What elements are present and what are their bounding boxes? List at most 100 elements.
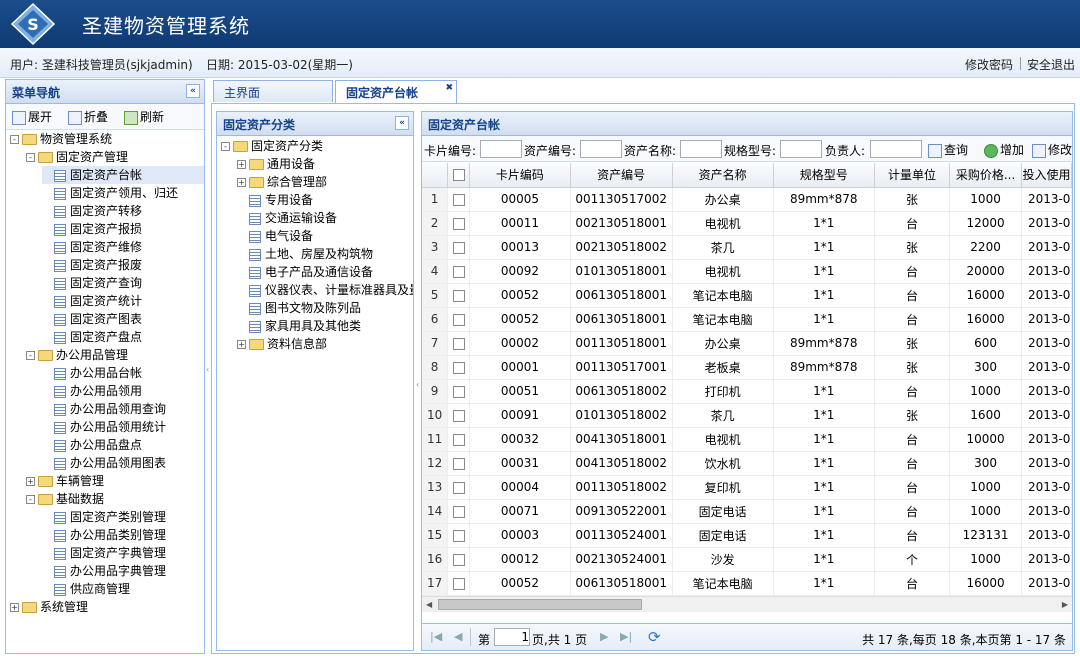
checkbox[interactable]: [452, 217, 465, 230]
column-header[interactable]: 卡片编码: [469, 163, 571, 188]
category-item[interactable]: 专用设备: [237, 191, 313, 209]
table-row[interactable]: 1 00005 001130517002 办公桌 89mm*878 张 1000 2013-0: [422, 187, 1072, 212]
card-no-input[interactable]: [480, 140, 522, 158]
table-row[interactable]: 4 00092 010130518001 电视机 1*1 台 20000 2013-0: [422, 259, 1072, 284]
checkbox[interactable]: [452, 457, 465, 470]
column-header[interactable]: 计量单位: [874, 163, 951, 188]
row-checkbox-cell[interactable]: [447, 427, 471, 452]
menu-item[interactable]: 办公用品类别管理: [42, 526, 204, 544]
scroll-right-icon[interactable]: ▶: [1062, 600, 1068, 609]
checkbox[interactable]: [452, 433, 465, 446]
table-row[interactable]: 17 00052 006130518001 笔记本电脑 1*1 台 16000 2013-0: [422, 571, 1072, 596]
column-header[interactable]: 规格型号: [773, 163, 875, 188]
owner-input[interactable]: [870, 140, 922, 158]
column-header[interactable]: 资产编号: [570, 163, 673, 188]
category-item[interactable]: 电子产品及通信设备: [237, 263, 373, 281]
category-item[interactable]: 家具用具及其他类: [237, 317, 361, 335]
column-header[interactable]: 资产名称: [672, 163, 774, 188]
change-password-link[interactable]: 修改密码: [965, 56, 1013, 73]
menu-item[interactable]: 办公用品领用统计: [42, 418, 204, 436]
expand-toggle-icon[interactable]: +: [10, 603, 19, 612]
menu-item[interactable]: - 固定资产管理: [26, 148, 204, 166]
last-page-icon[interactable]: ▶|: [620, 630, 632, 643]
table-row[interactable]: 6 00052 006130518001 笔记本电脑 1*1 台 16000 2013-0: [422, 307, 1072, 332]
menu-item[interactable]: 办公用品领用查询: [42, 400, 204, 418]
category-item[interactable]: + 资料信息部: [237, 335, 327, 353]
row-checkbox-cell[interactable]: [447, 571, 471, 596]
row-checkbox-cell[interactable]: [447, 307, 471, 332]
menu-item[interactable]: 固定资产图表: [42, 310, 204, 328]
checkbox[interactable]: [452, 409, 465, 422]
menu-item[interactable]: 固定资产维修: [42, 238, 204, 256]
collapse-toggle-icon[interactable]: -: [26, 495, 35, 504]
row-checkbox-cell[interactable]: [447, 475, 471, 500]
table-row[interactable]: 3 00013 002130518002 茶几 1*1 张 2200 2013-0: [422, 235, 1072, 260]
splitter-handle[interactable]: ‹: [416, 380, 419, 389]
menu-item[interactable]: 固定资产查询: [42, 274, 204, 292]
expand-toggle-icon[interactable]: +: [237, 340, 246, 349]
row-checkbox-cell[interactable]: [447, 523, 471, 548]
menu-item[interactable]: + 系统管理: [10, 598, 204, 616]
checkbox[interactable]: [452, 313, 465, 326]
column-header[interactable]: 采购价格...: [949, 163, 1022, 188]
checkbox[interactable]: [452, 169, 465, 182]
table-row[interactable]: 11 00032 004130518001 电视机 1*1 台 10000 2013-0: [422, 427, 1072, 452]
menu-item[interactable]: - 办公用品管理: [26, 346, 204, 364]
menu-item[interactable]: + 车辆管理: [26, 472, 204, 490]
menu-item[interactable]: 固定资产盘点: [42, 328, 204, 346]
collapse-toggle-icon[interactable]: -: [26, 351, 35, 360]
checkbox[interactable]: [452, 553, 465, 566]
refresh-button[interactable]: 刷新: [124, 108, 164, 125]
row-checkbox-cell[interactable]: [447, 379, 471, 404]
row-checkbox-cell[interactable]: [447, 499, 471, 524]
category-item[interactable]: 电气设备: [237, 227, 313, 245]
menu-item[interactable]: 固定资产领用、归还: [42, 184, 204, 202]
category-item[interactable]: + 综合管理部: [237, 173, 327, 191]
checkbox[interactable]: [452, 289, 465, 302]
table-row[interactable]: 2 00011 002130518001 电视机 1*1 台 12000 2013-0: [422, 211, 1072, 236]
next-page-icon[interactable]: ▶: [600, 630, 608, 643]
checkbox[interactable]: [452, 361, 465, 374]
collapse-toggle-icon[interactable]: -: [26, 153, 35, 162]
checkbox[interactable]: [452, 577, 465, 590]
tab-main[interactable]: 主界面: [213, 80, 333, 102]
menu-item[interactable]: 固定资产报损: [42, 220, 204, 238]
menu-item[interactable]: 办公用品领用图表: [42, 454, 204, 472]
menu-item[interactable]: 固定资产类别管理: [42, 508, 204, 526]
logout-link[interactable]: 安全退出: [1027, 56, 1075, 73]
expand-toggle-icon[interactable]: +: [237, 160, 246, 169]
checkbox[interactable]: [452, 337, 465, 350]
menu-item[interactable]: 固定资产转移: [42, 202, 204, 220]
expand-toggle-icon[interactable]: +: [237, 178, 246, 187]
select-all-checkbox[interactable]: [447, 163, 471, 188]
collapse-toggle-icon[interactable]: -: [10, 135, 19, 144]
menu-item[interactable]: 办公用品台帐: [42, 364, 204, 382]
scroll-left-icon[interactable]: ◀: [426, 600, 432, 609]
menu-item[interactable]: 固定资产字典管理: [42, 544, 204, 562]
category-item[interactable]: 土地、房屋及构筑物: [237, 245, 373, 263]
table-row[interactable]: 8 00001 001130517001 老板桌 89mm*878 张 300 2013-0: [422, 355, 1072, 380]
checkbox[interactable]: [452, 265, 465, 278]
menu-item[interactable]: 固定资产台帐: [42, 166, 204, 184]
table-row[interactable]: 13 00004 001130518002 复印机 1*1 台 1000 2013-0: [422, 475, 1072, 500]
row-checkbox-cell[interactable]: [447, 259, 471, 284]
menu-item[interactable]: 办公用品字典管理: [42, 562, 204, 580]
row-checkbox-cell[interactable]: [447, 211, 471, 236]
category-item[interactable]: 图书文物及陈列品: [237, 299, 361, 317]
row-checkbox-cell[interactable]: [447, 283, 471, 308]
checkbox[interactable]: [452, 193, 465, 206]
category-item[interactable]: + 通用设备: [237, 155, 315, 173]
table-row[interactable]: 16 00012 002130524001 沙发 1*1 个 1000 2013-0: [422, 547, 1072, 572]
reload-icon[interactable]: ⟳: [648, 628, 661, 646]
table-row[interactable]: 15 00003 001130524001 固定电话 1*1 台 123131 2013-0: [422, 523, 1072, 548]
menu-item[interactable]: 办公用品领用: [42, 382, 204, 400]
table-row[interactable]: 5 00052 006130518001 笔记本电脑 1*1 台 16000 2013-0: [422, 283, 1072, 308]
expand-button[interactable]: 展开: [12, 108, 52, 125]
search-button[interactable]: 查询: [928, 141, 968, 158]
row-checkbox-cell[interactable]: [447, 187, 471, 212]
collapse-category-icon[interactable]: «: [395, 116, 409, 130]
close-tab-icon[interactable]: ✖: [445, 83, 453, 93]
category-item[interactable]: - 固定资产分类: [221, 137, 323, 155]
category-item[interactable]: 交通运输设备: [237, 209, 337, 227]
table-row[interactable]: 9 00051 006130518002 打印机 1*1 台 1000 2013-0: [422, 379, 1072, 404]
